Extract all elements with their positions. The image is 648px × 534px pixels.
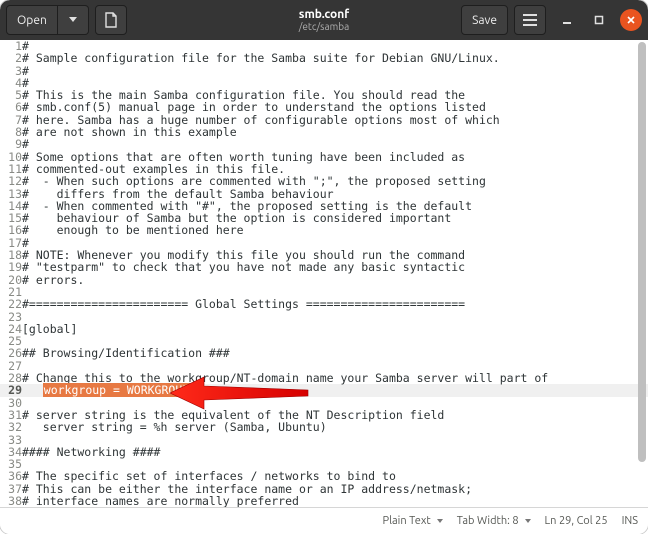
code-line[interactable]: # errors.: [22, 274, 648, 286]
text-selection[interactable]: workgroup = WORKGROUP: [43, 383, 190, 397]
tab-width-selector[interactable]: Tab Width: 8: [457, 515, 531, 527]
save-button[interactable]: Save: [461, 5, 508, 35]
line-number: 19: [0, 261, 22, 273]
minimize-button[interactable]: [556, 9, 578, 31]
open-button[interactable]: Open: [6, 5, 58, 35]
code-line[interactable]: # are not shown in this example: [22, 126, 648, 138]
chevron-down-icon: [525, 519, 531, 523]
line-number: 29: [0, 384, 22, 396]
code-line[interactable]: # Sample configuration file for the Samb…: [22, 52, 648, 64]
header-bar: Open smb.conf /etc/samba Save: [0, 0, 648, 40]
text-editor[interactable]: 1234567891011121314151617181920212223242…: [0, 40, 648, 508]
chevron-down-icon: [437, 519, 443, 523]
position-label: Ln 29, Col 25: [545, 515, 608, 527]
code-content[interactable]: ## Sample configuration file for the Sam…: [22, 40, 648, 508]
tab-width-label: Tab Width: 8: [457, 515, 519, 527]
line-number: 2: [0, 52, 22, 64]
close-icon: [626, 15, 636, 25]
code-line[interactable]: #======================= Global Settings…: [22, 298, 648, 310]
line-number: 23: [0, 311, 22, 323]
maximize-icon: [594, 15, 604, 25]
line-number: 38: [0, 495, 22, 507]
line-number: 12: [0, 175, 22, 187]
open-recent-button[interactable]: [58, 5, 89, 35]
open-label: Open: [17, 14, 47, 27]
chevron-down-icon: [69, 17, 77, 23]
status-bar: Plain Text Tab Width: 8 Ln 29, Col 25 IN…: [0, 507, 648, 534]
code-line[interactable]: #: [22, 65, 648, 77]
line-number: 9: [0, 138, 22, 150]
new-document-icon: [104, 12, 118, 28]
line-number: 36: [0, 470, 22, 482]
code-line[interactable]: # "testparm" to check that you have not …: [22, 261, 648, 273]
new-document-button[interactable]: [95, 5, 127, 35]
editor-window: Open smb.conf /etc/samba Save: [0, 0, 648, 534]
maximize-button[interactable]: [588, 9, 610, 31]
line-number: 13: [0, 188, 22, 200]
code-line[interactable]: # enough to be mentioned here: [22, 224, 648, 236]
code-line[interactable]: # - When such options are commented with…: [22, 175, 648, 187]
line-number: 33: [0, 434, 22, 446]
line-number: 6: [0, 101, 22, 113]
syntax-mode-selector[interactable]: Plain Text: [383, 515, 443, 527]
hamburger-icon: [523, 14, 537, 26]
line-number: 16: [0, 224, 22, 236]
ins-label: INS: [622, 515, 638, 527]
code-line[interactable]: #### Networking ####: [22, 446, 648, 458]
cursor-position[interactable]: Ln 29, Col 25: [545, 515, 608, 527]
code-line[interactable]: # interface names are normally preferred: [22, 495, 648, 507]
line-number: 26: [0, 347, 22, 359]
code-line[interactable]: #: [22, 138, 648, 150]
code-line[interactable]: ## Browsing/Identification ###: [22, 347, 648, 359]
code-line[interactable]: [22, 311, 648, 323]
code-line[interactable]: server string = %h server (Samba, Ubuntu…: [22, 421, 648, 433]
code-line[interactable]: # smb.conf(5) manual page in order to un…: [22, 101, 648, 113]
scrollbar-thumb[interactable]: [638, 42, 646, 462]
save-label: Save: [472, 14, 497, 27]
line-number: 22: [0, 298, 22, 310]
code-line[interactable]: # differs from the default Samba behavio…: [22, 188, 648, 200]
hamburger-menu-button[interactable]: [514, 5, 546, 35]
open-button-group: Open: [6, 5, 89, 35]
code-line[interactable]: [22, 434, 648, 446]
vertical-scrollbar[interactable]: [638, 40, 646, 508]
syntax-label: Plain Text: [383, 515, 431, 527]
close-button[interactable]: [620, 9, 642, 31]
code-line[interactable]: # The specific set of interfaces / netwo…: [22, 470, 648, 482]
line-number: 32: [0, 421, 22, 433]
code-line[interactable]: workgroup = WORKGROUP: [22, 384, 648, 396]
window-controls: [556, 9, 642, 31]
code-line[interactable]: [global]: [22, 323, 648, 335]
minimize-icon: [562, 15, 572, 25]
insert-mode-toggle[interactable]: INS: [622, 515, 638, 527]
